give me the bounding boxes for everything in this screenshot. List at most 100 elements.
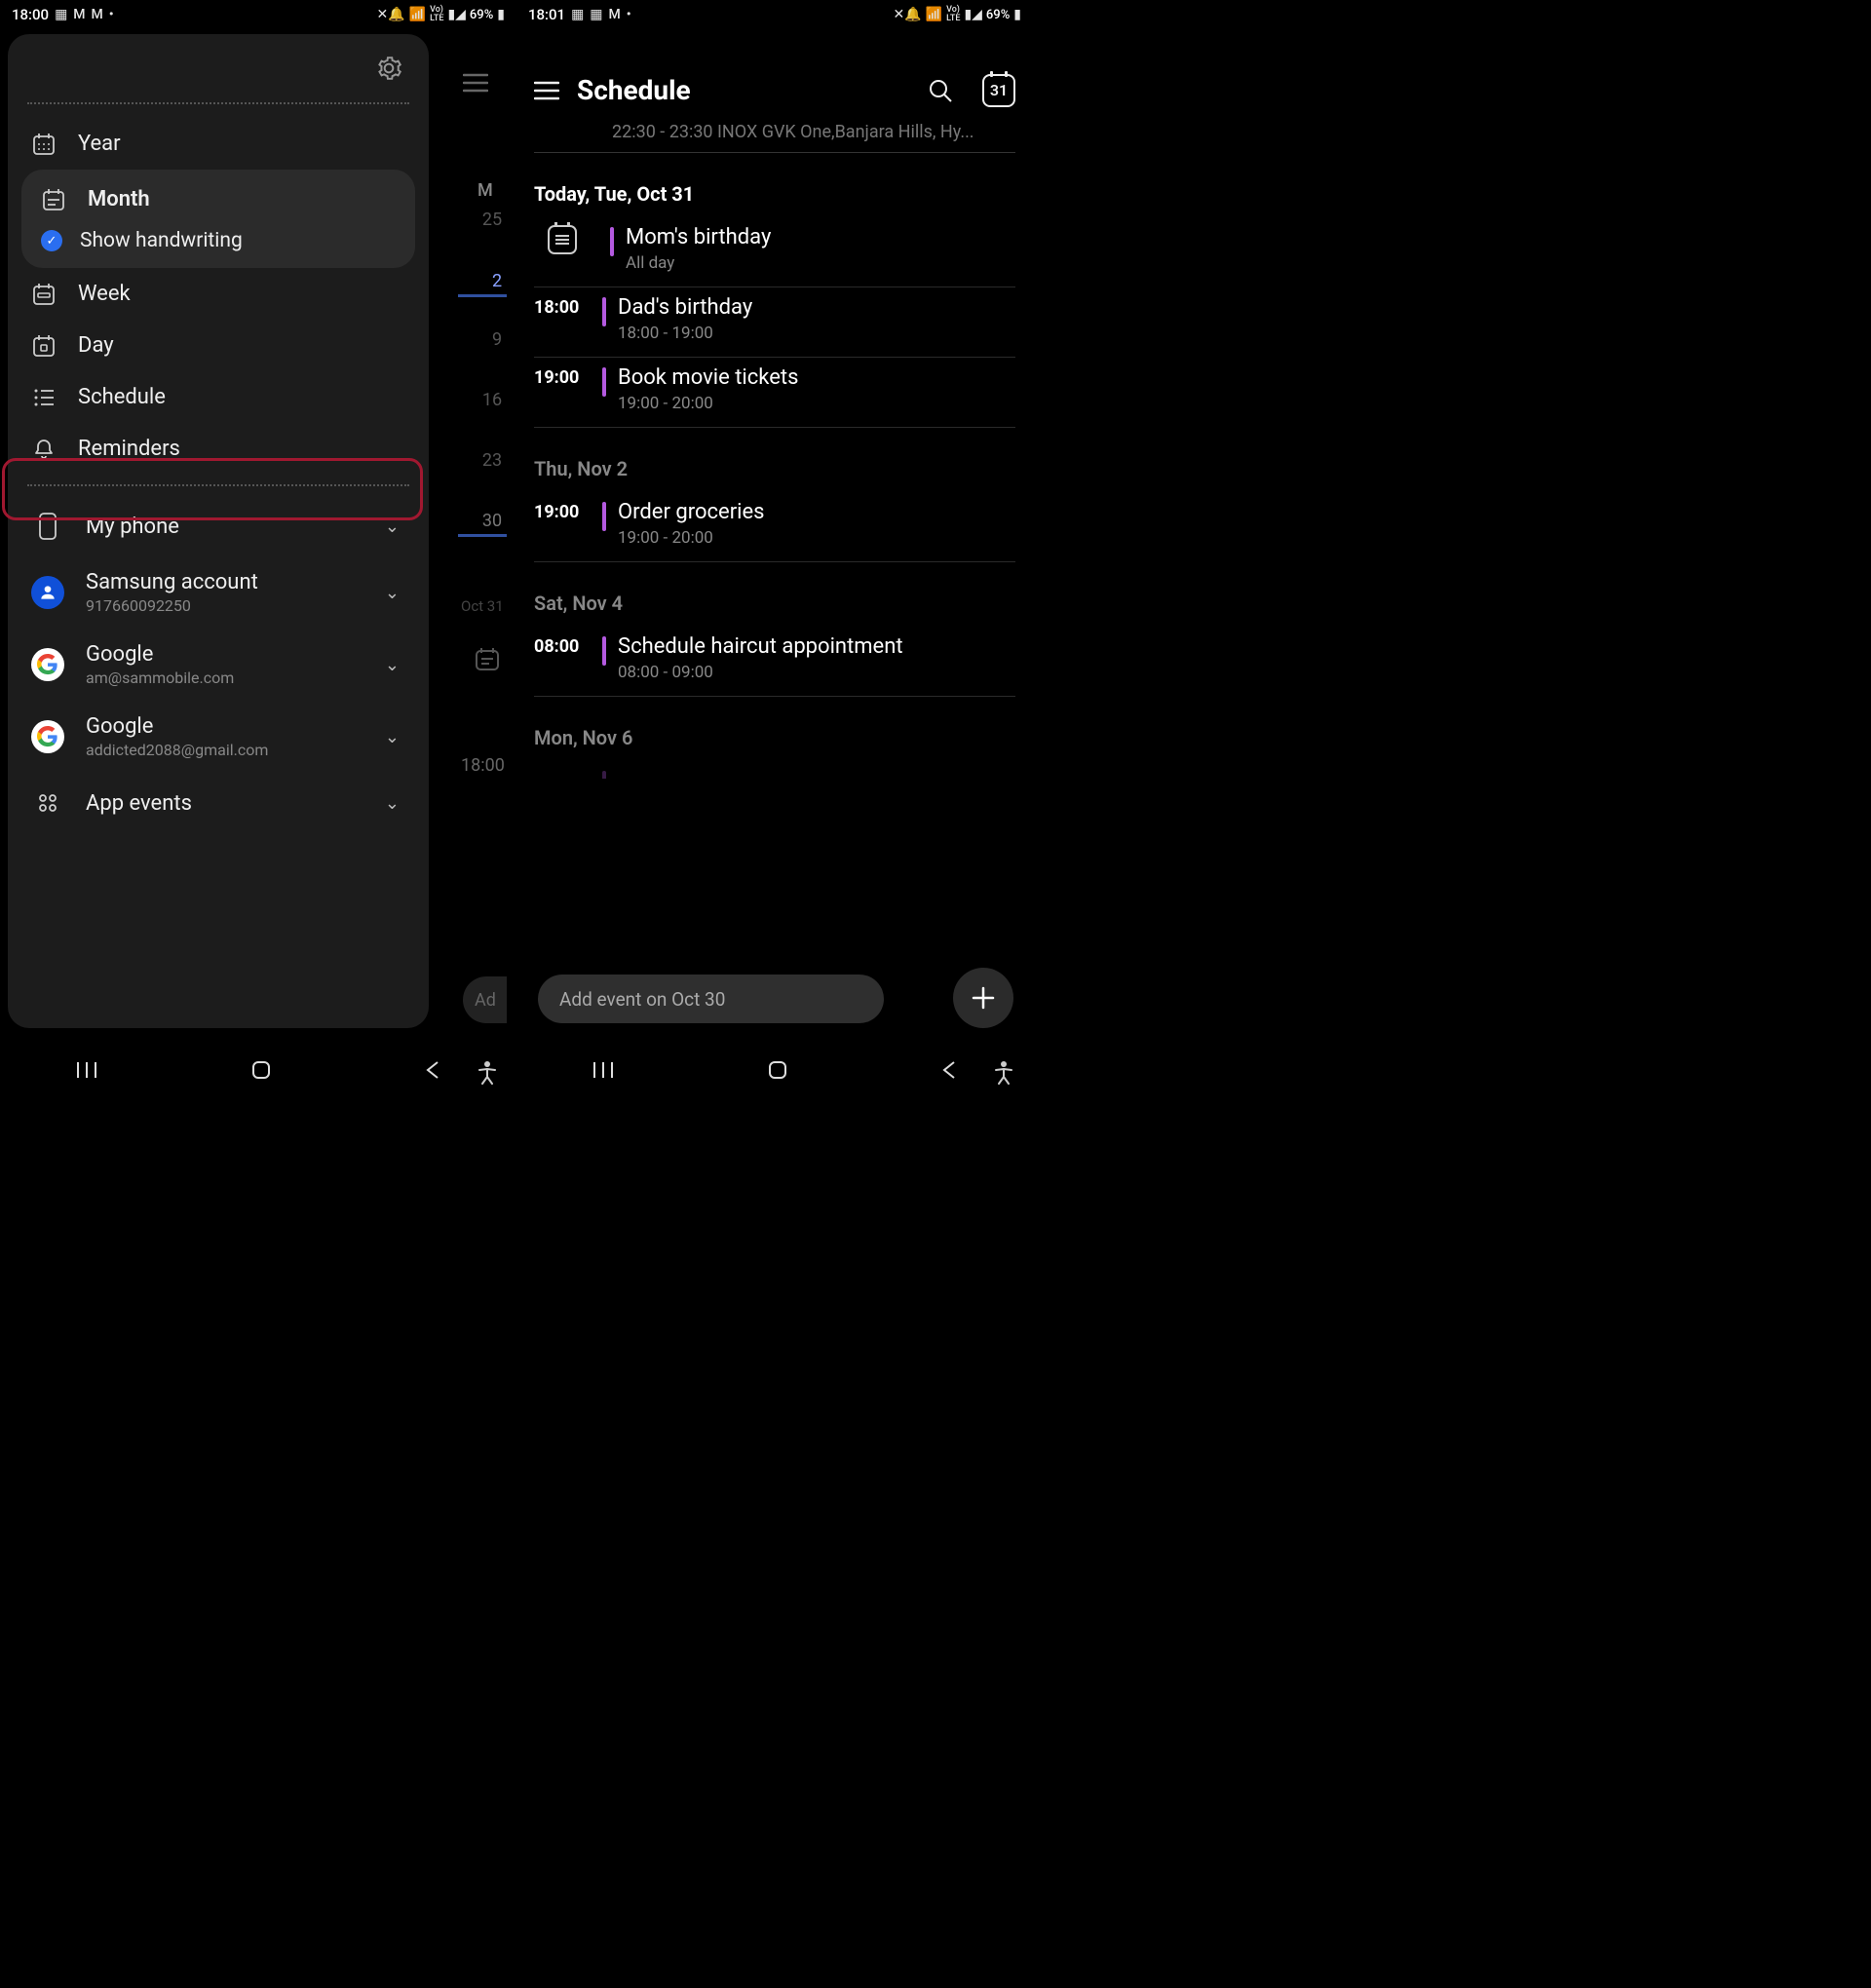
add-event-label: Add event on Oct 30 [559, 988, 725, 1011]
divider [534, 561, 1015, 562]
event-sub: 08:00 - 09:00 [618, 663, 1015, 682]
color-bar [602, 636, 606, 666]
bg-month-label: Oct 31 [461, 597, 504, 615]
mute-icon: ✕🔔 [376, 7, 404, 22]
settings-icon[interactable] [376, 56, 401, 81]
chevron-down-icon: ⌄ [385, 516, 400, 537]
bg-calendar-small-icon [475, 646, 500, 671]
event-time [534, 769, 591, 771]
show-handwriting-label: Show handwriting [80, 229, 243, 252]
hamburger-icon[interactable] [534, 81, 559, 100]
samsung-title: Samsung account [86, 570, 258, 594]
bg-day-16: 16 [473, 390, 512, 410]
event-sub: 18:00 - 19:00 [618, 324, 1015, 343]
schedule-icon [31, 388, 57, 407]
date-heading-nov6: Mon, Nov 6 [534, 726, 1015, 749]
view-month[interactable]: Month [31, 177, 405, 221]
view-schedule[interactable]: Schedule [8, 371, 429, 423]
volte-icon: Vo)LTE [430, 6, 443, 23]
divider [534, 427, 1015, 428]
bg-time-label: 18:00 [461, 755, 505, 776]
chevron-down-icon: ⌄ [385, 793, 400, 814]
view-week-label: Week [78, 282, 131, 306]
bg-day-25: 25 [473, 210, 512, 230]
back-icon[interactable] [940, 1058, 958, 1082]
battery-percent: 69% [470, 8, 493, 22]
google1-sub: am@sammobile.com [86, 669, 234, 687]
calendar-drawer: Year Month ✓ Show handwriting We [8, 34, 429, 1028]
date-heading-nov2: Thu, Nov 2 [534, 457, 1015, 480]
color-bar [602, 771, 606, 779]
chevron-down-icon: ⌄ [385, 655, 400, 675]
view-year[interactable]: Year [8, 118, 429, 170]
bg-day-30: 30 [473, 511, 512, 531]
year-icon [31, 133, 57, 156]
search-icon[interactable] [928, 78, 953, 103]
home-icon[interactable] [766, 1058, 789, 1082]
today-button[interactable]: 31 [982, 74, 1015, 107]
date-heading-today: Today, Tue, Oct 31 [534, 182, 1015, 206]
home-icon[interactable] [249, 1058, 273, 1082]
schedule-list[interactable]: 22:30 - 23:30 INOX GVK One,Banjara Hills… [516, 122, 1033, 779]
app-events-label: App events [86, 791, 192, 816]
recents-icon[interactable] [75, 1059, 98, 1081]
event-title: Mom's birthday [626, 225, 1015, 249]
event-groceries[interactable]: 19:00 Order groceries 19:00 - 20:00 [534, 492, 1015, 557]
bg-day-9: 9 [477, 329, 516, 350]
event-movie-tickets[interactable]: 19:00 Book movie tickets 19:00 - 20:00 [534, 358, 1015, 423]
accessibility-icon[interactable] [476, 1061, 499, 1085]
show-handwriting-toggle[interactable]: ✓ Show handwriting [31, 221, 405, 256]
wifi-icon: 📶 [409, 7, 426, 22]
event-mom-birthday[interactable]: Mom's birthday All day [534, 217, 1015, 283]
week-icon [31, 283, 57, 306]
google-icon [31, 648, 64, 681]
bg-day-23: 23 [473, 450, 512, 471]
view-day[interactable]: Day [8, 320, 429, 371]
bell-icon [31, 438, 57, 461]
event-time: 19:00 [534, 500, 591, 522]
divider [534, 152, 1015, 153]
account-my-phone[interactable]: My phone ⌄ [8, 496, 429, 556]
view-week[interactable]: Week [8, 268, 429, 320]
status-bar-left: 18:00 ▦ M M • ✕🔔 📶 Vo)LTE ▮◢ 69% ▮ [0, 0, 516, 29]
battery-percent-r: 69% [986, 8, 1010, 22]
date-heading-nov4: Sat, Nov 4 [534, 592, 1015, 615]
event-dad-birthday[interactable]: 18:00 Dad's birthday 18:00 - 19:00 [534, 287, 1015, 353]
event-time: 18:00 [534, 295, 591, 318]
event-time: 08:00 [534, 634, 591, 657]
add-event-pill[interactable]: Add event on Oct 30 [538, 975, 884, 1023]
view-reminders[interactable]: Reminders [8, 423, 429, 475]
event-cutoff[interactable] [534, 761, 1015, 779]
event-haircut[interactable]: 08:00 Schedule haircut appointment 08:00… [534, 627, 1015, 692]
google1-title: Google [86, 642, 234, 667]
gmail-icon-2: M [92, 7, 103, 22]
wifi-icon: 📶 [926, 7, 942, 22]
status-time: 18:00 [12, 6, 49, 23]
chevron-down-icon: ⌄ [385, 727, 400, 747]
fab-add-button[interactable] [953, 968, 1013, 1028]
account-app-events[interactable]: App events ⌄ [8, 773, 429, 833]
account-google-2[interactable]: Google addicted2088@gmail.com ⌄ [8, 701, 429, 773]
month-icon [41, 188, 66, 211]
account-list: My phone ⌄ Samsung account 917660092250 … [8, 486, 429, 833]
navbar-left [0, 1043, 516, 1096]
screenshot-schedule: 18:01 ▦ ▦ M • ✕🔔 📶 Vo)LTE ▮◢ 69% ▮ Sched… [516, 0, 1033, 1096]
signal-icon: ▮◢ [447, 7, 465, 22]
volte-icon: Vo)LTE [946, 6, 960, 23]
recents-icon[interactable] [592, 1059, 615, 1081]
gmail-icon: M [609, 7, 621, 22]
view-reminders-label: Reminders [78, 437, 180, 461]
account-samsung[interactable]: Samsung account 917660092250 ⌄ [8, 556, 429, 629]
battery-icon: ▮ [497, 7, 505, 22]
account-google-1[interactable]: Google am@sammobile.com ⌄ [8, 629, 429, 701]
event-title: Book movie tickets [618, 365, 1015, 390]
gallery-icon: ▦ [590, 7, 602, 22]
accessibility-icon[interactable] [992, 1061, 1015, 1085]
samsung-icon [31, 576, 64, 609]
back-icon[interactable] [424, 1058, 441, 1082]
day-icon [31, 334, 57, 358]
bg-add-pill: Ad [463, 976, 507, 1023]
status-time-r: 18:01 [528, 6, 565, 23]
screenshot-drawer: 18:00 ▦ M M • ✕🔔 📶 Vo)LTE ▮◢ 69% ▮ M 25 … [0, 0, 516, 1096]
more-notif-icon: • [109, 7, 114, 22]
